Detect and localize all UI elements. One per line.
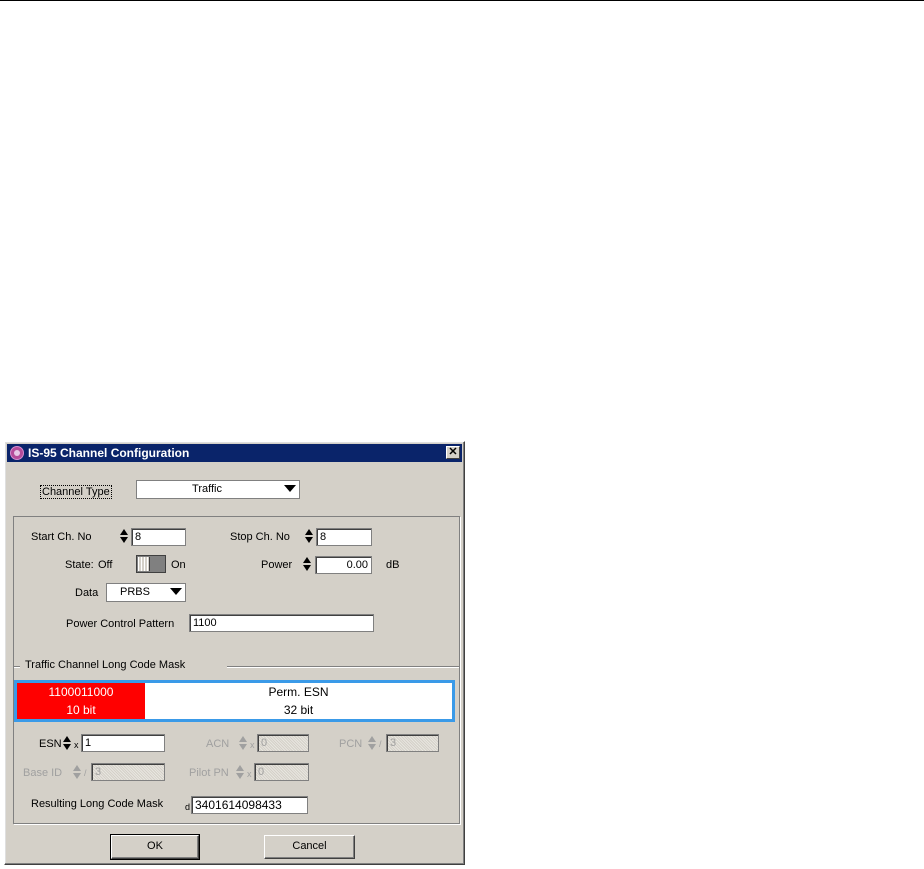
state-on-label: On	[171, 559, 186, 571]
acn-label: ACN	[206, 738, 230, 750]
app-logo-icon	[10, 446, 24, 460]
channel-type-value: Traffic	[192, 483, 222, 495]
base-id-label: Base ID	[23, 767, 63, 779]
mask-fixed-size: 10 bit	[66, 703, 96, 717]
mask-fixed-bits: 1100011000	[48, 685, 114, 699]
pcn-radix-indicator: /	[379, 739, 382, 749]
channel-type-dropdown[interactable]: Traffic	[136, 480, 300, 499]
power-label: Power	[261, 559, 293, 571]
stop-ch-label: Stop Ch. No	[230, 531, 290, 543]
acn-input: 0	[257, 734, 309, 752]
ok-button[interactable]: OK	[110, 834, 200, 860]
chevron-down-icon[interactable]	[170, 588, 182, 595]
power-input[interactable]: 0.00	[315, 556, 372, 574]
toggle-knob[interactable]	[138, 557, 150, 571]
title-bar[interactable]: IS-95 Channel Configuration ✕	[7, 444, 462, 462]
state-off-label: Off	[98, 559, 113, 571]
state-label: State:	[65, 559, 94, 571]
power-unit-label: dB	[386, 559, 400, 571]
pilot-pn-radix-indicator: x	[247, 769, 252, 779]
mask-esn-segment: Perm. ESN 32 bit	[145, 683, 452, 719]
resulting-mask-radix-indicator: d	[185, 802, 191, 812]
mask-esn-size: 32 bit	[283, 703, 314, 717]
dialog-title: IS-95 Channel Configuration	[28, 446, 190, 460]
power-control-pattern-input[interactable]: 1100	[189, 614, 374, 632]
long-code-mask-bar: 1100011000 10 bit Perm. ESN 32 bit	[14, 680, 455, 722]
top-divider-line	[0, 0, 924, 1]
base-id-spinner-icon	[72, 764, 82, 780]
group-divider-right	[227, 666, 459, 668]
data-value: PRBS	[120, 586, 150, 598]
esn-input[interactable]: 1	[81, 734, 165, 752]
stop-ch-input[interactable]: 8	[316, 528, 372, 546]
resulting-mask-field[interactable]: 3401614098433	[191, 796, 308, 814]
chevron-down-icon[interactable]	[284, 485, 296, 492]
state-toggle-switch[interactable]	[136, 555, 166, 573]
power-spinner-icon[interactable]	[302, 556, 312, 572]
start-ch-input[interactable]: 8	[131, 528, 186, 546]
base-id-radix-indicator: /	[84, 768, 87, 778]
cancel-button[interactable]: Cancel	[264, 835, 355, 859]
data-label: Data	[75, 587, 99, 599]
start-ch-spinner-icon[interactable]	[119, 528, 129, 544]
data-dropdown[interactable]: PRBS	[106, 583, 186, 602]
pilot-pn-spinner-icon	[235, 764, 245, 780]
power-control-pattern-label: Power Control Pattern	[66, 618, 175, 630]
group-divider-left	[14, 666, 20, 668]
start-ch-label: Start Ch. No	[31, 531, 92, 543]
long-code-mask-group-label: Traffic Channel Long Code Mask	[25, 659, 186, 671]
mask-fixed-bits-segment: 1100011000 10 bit	[17, 683, 145, 719]
pilot-pn-input: 0	[254, 763, 309, 781]
mask-esn-label: Perm. ESN	[268, 685, 329, 699]
pcn-input: 3	[386, 734, 439, 752]
esn-spinner-icon[interactable]	[62, 735, 72, 751]
resulting-mask-label: Resulting Long Code Mask	[31, 798, 164, 810]
close-button[interactable]: ✕	[446, 446, 460, 459]
pilot-pn-label: Pilot PN	[189, 767, 229, 779]
esn-radix-indicator: x	[74, 740, 79, 750]
is95-channel-configuration-dialog: IS-95 Channel Configuration ✕ Channel Ty…	[4, 441, 465, 865]
channel-type-label: Channel Type	[40, 485, 112, 499]
esn-label: ESN	[39, 738, 62, 750]
acn-spinner-icon	[238, 735, 248, 751]
pcn-spinner-icon	[367, 735, 377, 751]
base-id-input: 3	[91, 763, 165, 781]
stop-ch-spinner-icon[interactable]	[304, 528, 314, 544]
pcn-label: PCN	[339, 738, 363, 750]
acn-radix-indicator: x	[250, 740, 255, 750]
